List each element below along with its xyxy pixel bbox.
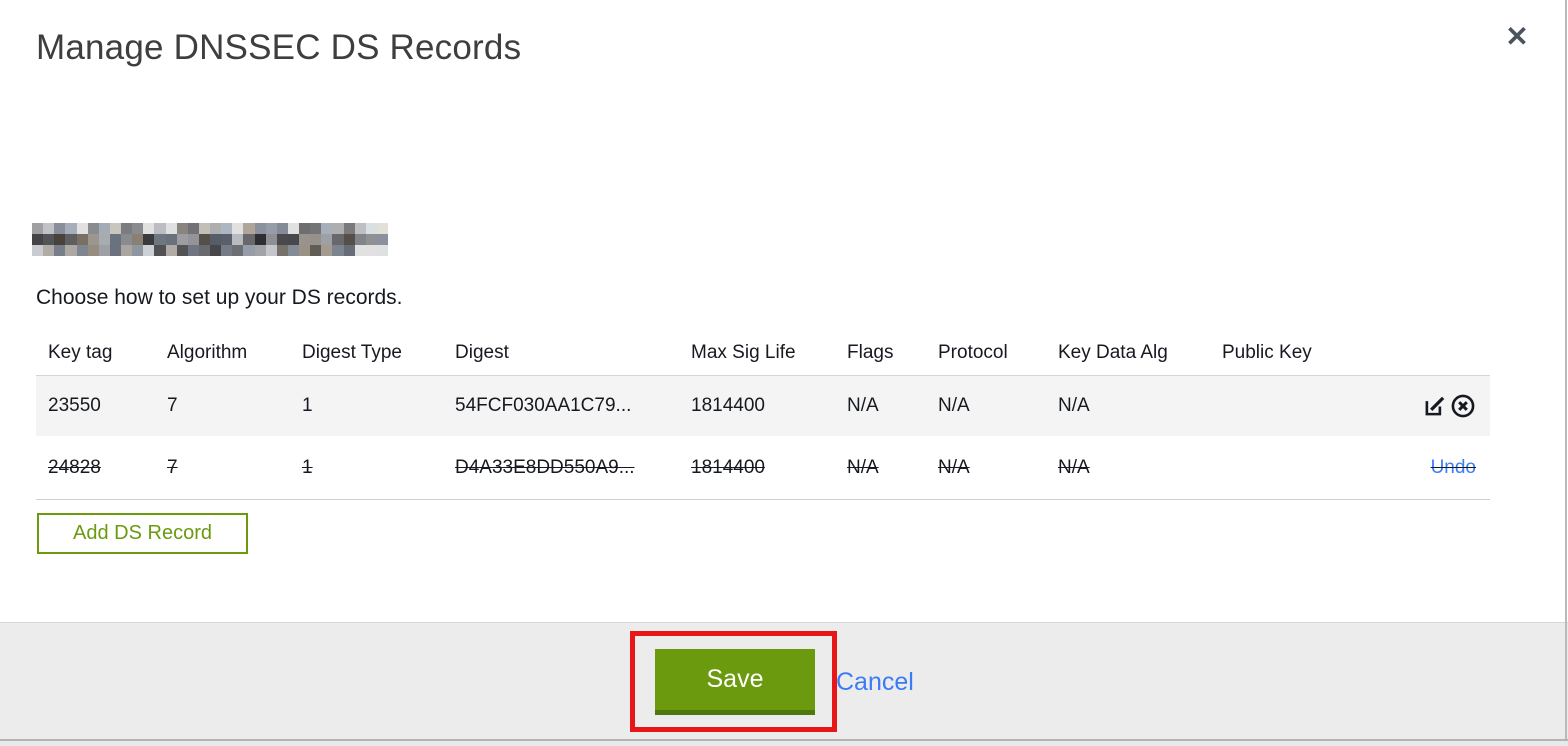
save-button[interactable]: Save [655,649,815,715]
page-background-strip [0,741,1568,746]
cell-max-sig-life: 1814400 [691,456,765,478]
ds-records-table: Key tag Algorithm Digest Type Digest Max… [36,330,1490,500]
column-header-max-sig-life: Max Sig Life [691,341,796,363]
table-row: 23550 7 1 54FCF030AA1C79... 1814400 N/A … [36,375,1490,436]
undo-link[interactable]: Undo [1431,457,1476,479]
window-right-border [1565,0,1567,741]
dnssec-dialog: Manage DNSSEC DS Records ✕ Choose how to… [0,0,1568,746]
cancel-link[interactable]: Cancel [836,668,914,697]
cell-protocol: N/A [938,456,970,478]
table-row-deleted: 24828 7 1 D4A33E8DD550A9... 1814400 N/A … [36,436,1490,500]
cell-max-sig-life: 1814400 [691,395,765,416]
column-header-algorithm: Algorithm [167,341,248,363]
cell-flags: N/A [847,395,879,416]
instruction-text: Choose how to set up your DS records. [36,286,403,309]
page-title: Manage DNSSEC DS Records [36,28,522,67]
row-actions [1422,393,1490,419]
column-header-digest-type: Digest Type [302,341,402,363]
column-header-protocol: Protocol [938,341,1008,363]
column-header-flags: Flags [847,341,894,363]
close-icon[interactable]: ✕ [1501,21,1533,53]
edit-icon[interactable] [1422,393,1448,419]
cell-algorithm: 7 [167,456,178,478]
column-header-digest: Digest [455,341,509,363]
delete-circle-x-icon[interactable] [1450,393,1476,419]
cell-flags: N/A [847,456,879,478]
cell-digest-type: 1 [302,456,313,478]
cell-key-tag: 23550 [48,395,101,416]
column-header-public-key: Public Key [1222,341,1312,363]
cell-algorithm: 7 [167,395,178,416]
column-header-key-data-alg: Key Data Alg [1058,341,1168,363]
cell-digest: 54FCF030AA1C79... [455,395,632,416]
domain-name-redacted [32,223,388,256]
table-header-row: Key tag Algorithm Digest Type Digest Max… [36,330,1490,375]
cell-digest: D4A33E8DD550A9... [455,456,635,478]
cell-key-tag: 24828 [48,456,101,478]
cell-digest-type: 1 [302,395,313,416]
add-ds-record-button[interactable]: Add DS Record [37,513,248,554]
row-actions: Undo [1431,457,1490,479]
column-header-key-tag: Key tag [48,341,113,363]
cell-protocol: N/A [938,395,970,416]
cell-key-data-alg: N/A [1058,456,1090,478]
cell-key-data-alg: N/A [1058,395,1090,416]
